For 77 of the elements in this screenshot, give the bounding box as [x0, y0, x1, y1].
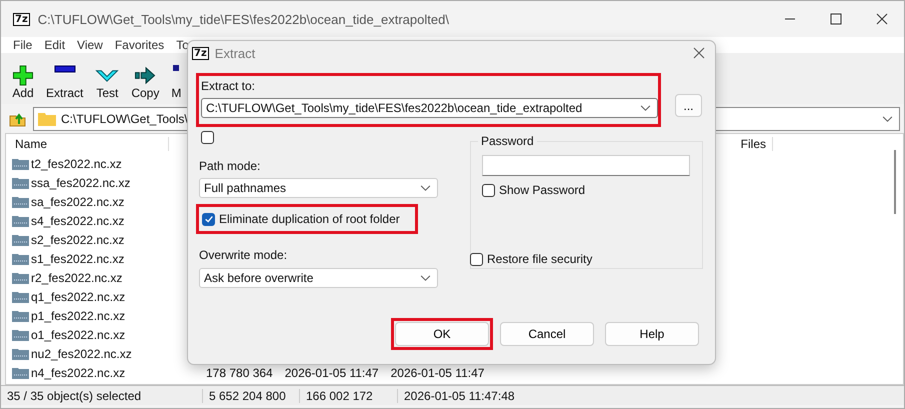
- file-name[interactable]: sa_fes2022.nc.xz: [12, 194, 124, 208]
- file-name[interactable]: r2_fes2022.nc.xz: [12, 270, 122, 284]
- close-icon[interactable]: [876, 13, 888, 25]
- archive-icon: [12, 233, 29, 246]
- file-name[interactable]: t2_fes2022.nc.xz: [12, 156, 122, 170]
- field-label: Overwrite mode:: [199, 248, 288, 262]
- column-header[interactable]: Name: [6, 137, 169, 151]
- archive-icon: [12, 214, 29, 227]
- menu-item[interactable]: Favorites: [114, 38, 164, 52]
- archive-icon: [12, 195, 29, 208]
- app-logo: 7z: [13, 12, 30, 26]
- chevron-down-icon: [420, 274, 431, 282]
- toolbar-button[interactable]: M: [166, 53, 186, 104]
- app-logo: 7z: [192, 46, 209, 60]
- folder-icon: [38, 112, 56, 126]
- menu-item[interactable]: Edit: [44, 38, 66, 52]
- archive-icon: [12, 347, 29, 360]
- column-header[interactable]: Files: [734, 137, 773, 151]
- file-name[interactable]: s2_fes2022.nc.xz: [12, 232, 124, 246]
- checkbox[interactable]: [201, 131, 214, 144]
- menu-item[interactable]: File: [13, 38, 32, 52]
- path-dropdown[interactable]: C:\TUFLOW\Get_Tools\my_tide\FES\fes2022b\ocean_tide_extrapolted: [201, 98, 658, 118]
- status-text: 5 652 204 800: [202, 388, 299, 402]
- file-name[interactable]: ssa_fes2022.nc.xz: [12, 176, 130, 190]
- field-label: Extract to:: [201, 79, 256, 93]
- field-label: Path mode:: [199, 159, 262, 173]
- status-text: 35 / 35 object(s) selected: [6, 388, 142, 402]
- archive-icon: [12, 309, 29, 322]
- dialog-title: Extract: [214, 46, 256, 60]
- toolbar-button[interactable]: Add: [7, 53, 39, 104]
- minus-icon: [54, 65, 76, 73]
- archive-icon: [12, 271, 29, 284]
- table-cell: 2026-01-05 11:47: [390, 366, 484, 380]
- dialog-button[interactable]: Help: [605, 322, 699, 346]
- status-text: 166 002 172: [299, 388, 397, 402]
- dialog-button[interactable]: Cancel: [500, 322, 594, 346]
- maximize-icon[interactable]: [830, 13, 842, 25]
- square-icon: [173, 65, 180, 71]
- file-name[interactable]: n4_fes2022.nc.xz: [12, 366, 126, 380]
- archive-icon: [12, 366, 29, 379]
- toolbar-button[interactable]: Copy: [126, 53, 164, 104]
- file-name[interactable]: p1_fes2022.nc.xz: [12, 308, 126, 322]
- archive-icon: [12, 176, 29, 189]
- archive-icon: [12, 252, 29, 265]
- file-name[interactable]: nu2_fes2022.nc.xz: [12, 346, 132, 360]
- archive-icon: [12, 328, 29, 341]
- close-icon[interactable]: [693, 47, 705, 59]
- archive-icon: [12, 157, 29, 170]
- toolbar-button[interactable]: Extract: [41, 53, 88, 104]
- file-name[interactable]: o1_fes2022.nc.xz: [12, 328, 126, 342]
- checkbox[interactable]: [202, 212, 215, 226]
- browse-button[interactable]: ...: [675, 94, 702, 117]
- checkbox-label: Restore file security: [487, 252, 592, 266]
- path-mode-dropdown[interactable]: Full pathnames: [199, 178, 438, 198]
- archive-icon: [12, 290, 29, 303]
- group-title: Password: [478, 134, 537, 148]
- file-name[interactable]: s1_fes2022.nc.xz: [12, 252, 124, 266]
- password-field[interactable]: [482, 155, 690, 176]
- toolbar-button[interactable]: Test: [90, 53, 124, 104]
- checkbox[interactable]: [482, 184, 495, 196]
- arrow-right-icon: [134, 65, 156, 86]
- menu-item[interactable]: View: [77, 38, 103, 52]
- status-text: 2026-01-05 11:47:48: [397, 388, 515, 402]
- file-name[interactable]: s4_fes2022.nc.xz: [12, 214, 124, 228]
- dialog-button[interactable]: OK: [395, 322, 489, 346]
- overwrite-mode-dropdown[interactable]: Ask before overwrite: [199, 268, 438, 288]
- window-title: C:\TUFLOW\Get_Tools\my_tide\FES\fes2022b\ocean_tide_extrapolted\: [38, 12, 449, 26]
- checkbox[interactable]: [470, 252, 483, 266]
- chevron-down-icon: [420, 184, 431, 192]
- chevron-down-icon: [640, 104, 651, 112]
- chevron-down-icon: [882, 116, 893, 122]
- table-cell: 178 780 364: [206, 366, 273, 380]
- checkbox-label: Show Password: [499, 183, 586, 197]
- plus-icon: [12, 65, 34, 86]
- table-cell: 2026-01-05 11:47: [284, 366, 379, 380]
- checkbox-label: Eliminate duplication of root folder: [219, 212, 400, 226]
- file-name[interactable]: q1_fes2022.nc.xz: [12, 290, 126, 304]
